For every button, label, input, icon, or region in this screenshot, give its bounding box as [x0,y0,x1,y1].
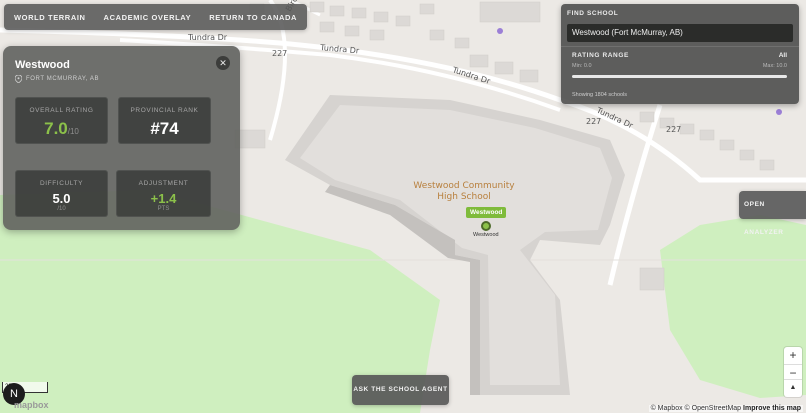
poi-label-line1: Westwood Community [413,181,515,191]
difficulty-unit: /10 [57,206,66,212]
difficulty-value: 5.0 [52,191,71,206]
svg-text:227: 227 [586,117,601,126]
overall-rating-label: OVERALL RATING [29,107,94,114]
provincial-rank-value: #74 [150,119,179,138]
mapbox-logo[interactable]: mapbox [14,400,49,410]
top-nav: WORLD TERRAIN ACADEMIC OVERLAY RETURN TO… [4,4,308,30]
difficulty-tile: DIFFICULTY 5.0 /10 [15,170,108,217]
improve-map-link[interactable]: Improve this map [743,405,801,412]
school-marker-icon[interactable] [481,221,491,231]
find-school-heading: FIND SCHOOL [567,10,619,17]
school-location-text: FORT MCMURRAY, AB [26,76,100,82]
school-marker-label[interactable]: Westwood [466,207,507,218]
provincial-rank-label: PROVINCIAL RANK [130,107,199,114]
school-search-input[interactable]: Westwood (Fort McMurray, AB) [567,24,793,42]
nav-world-terrain[interactable]: WORLD TERRAIN [14,13,86,22]
overall-rating-value-row: 7.0/10 [16,119,107,139]
school-marker-name: Westwood [473,232,499,238]
svg-text:Tundra Dr: Tundra Dr [187,33,228,42]
osm-attribution-link[interactable]: © OpenStreetMap [685,405,742,412]
rating-range-value: All [778,52,787,59]
adjustment-unit: PTS [157,206,170,212]
mapbox-attribution-link[interactable]: © Mapbox [651,405,683,412]
poi-label-line2: High School [437,192,490,202]
find-school-panel: FIND SCHOOL Westwood (Fort McMurray, AB)… [561,4,799,104]
adjustment-label: ADJUSTMENT [138,180,189,187]
zoom-controls: + − ▲ [784,347,802,397]
school-name: Westwood [15,59,70,71]
ask-agent-button[interactable]: ASK THE SCHOOL AGENT [352,375,449,405]
nav-return-to-canada[interactable]: RETURN TO CANADA [209,13,297,22]
adjustment-tile: ADJUSTMENT +1.4 PTS [116,170,211,217]
rating-range-label: RATING RANGE [572,52,629,59]
nav-academic-overlay[interactable]: ACADEMIC OVERLAY [104,13,192,22]
overall-rating-unit: /10 [67,127,79,136]
provincial-rank-tile: PROVINCIAL RANK #74 [118,97,211,144]
school-card: Westwood FORT MCMURRAY, AB ✕ OVERALL RAT… [3,46,240,230]
svg-text:227: 227 [272,49,287,58]
rating-range-slider[interactable] [572,75,787,78]
pin-icon [15,75,22,83]
zoom-out-button[interactable]: − [784,363,802,381]
map-attribution: © Mapbox © OpenStreetMap Improve this ma… [648,405,803,412]
compass-button[interactable]: ▲ [784,380,802,397]
difficulty-label: DIFFICULTY [39,180,84,187]
range-max-label: Max: 10.0 [762,63,787,69]
school-location: FORT MCMURRAY, AB [15,75,99,83]
adjustment-value: +1.4 [150,191,177,206]
zoom-in-button[interactable]: + [784,347,802,364]
open-analyzer-button[interactable]: OPEN ANALYZER [739,191,806,236]
close-icon[interactable]: ✕ [216,56,230,70]
showing-count: Showing 1804 schools [572,92,628,98]
divider [561,46,799,47]
svg-text:227: 227 [666,125,681,134]
overall-rating-value: 7.0 [44,119,68,138]
overall-rating-tile: OVERALL RATING 7.0/10 [15,97,108,144]
range-min-label: Min: 0.0 [572,63,592,69]
